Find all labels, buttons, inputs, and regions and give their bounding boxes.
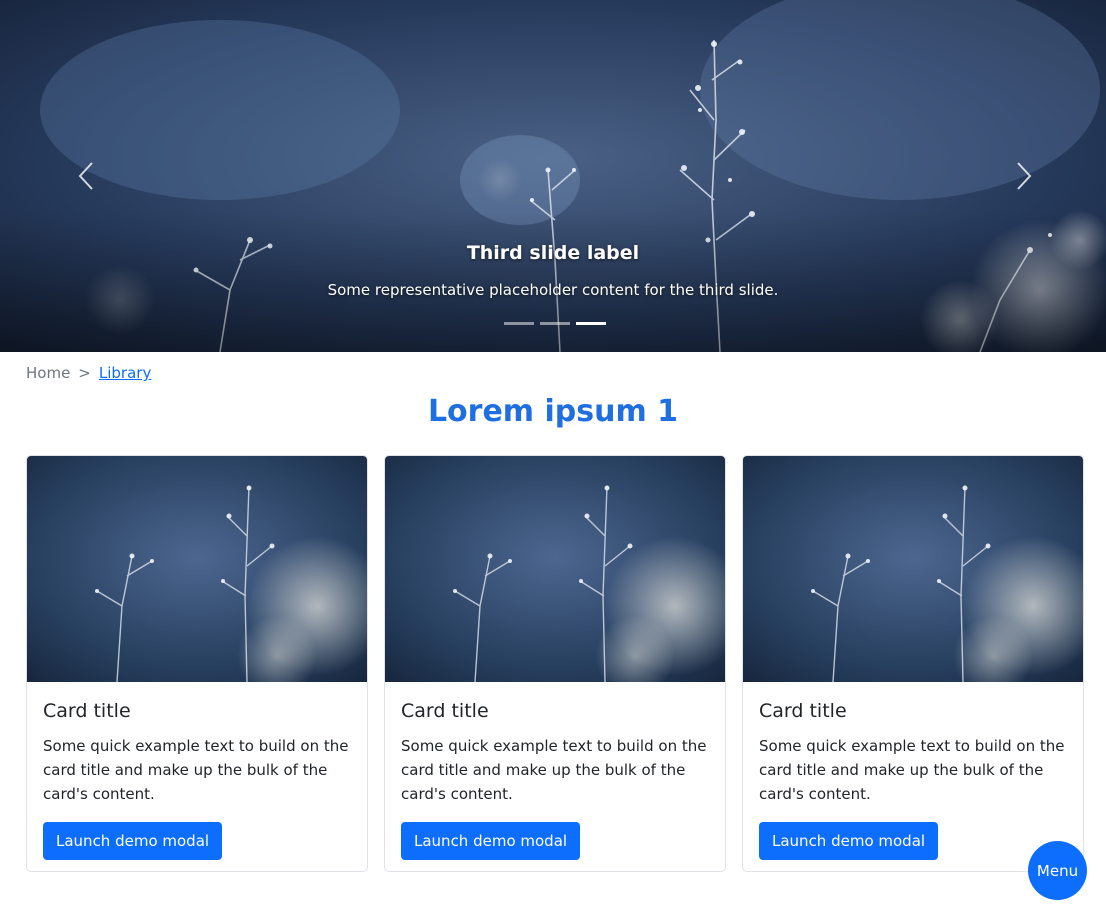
card-image <box>385 456 725 682</box>
carousel-caption-text: Some representative placeholder content … <box>327 281 779 299</box>
card-image <box>27 456 367 682</box>
card-body: Card title Some quick example text to bu… <box>27 682 367 860</box>
carousel-next-button[interactable] <box>1004 150 1044 202</box>
card-image <box>743 456 1083 682</box>
carousel-caption-title: Third slide label <box>466 242 640 264</box>
chevron-left-icon <box>78 162 93 190</box>
breadcrumb: Home > Library <box>26 362 151 384</box>
card-grid: Card title Some quick example text to bu… <box>26 455 1084 872</box>
card: Card title Some quick example text to bu… <box>742 455 1084 872</box>
card-text: Some quick example text to build on the … <box>43 737 349 803</box>
breadcrumb-separator: > <box>78 364 91 382</box>
launch-demo-modal-button[interactable]: Launch demo modal <box>43 822 223 860</box>
card-title: Card title <box>759 700 847 722</box>
card-text: Some quick example text to build on the … <box>401 737 707 803</box>
card-body: Card title Some quick example text to bu… <box>743 682 1083 860</box>
card: Card title Some quick example text to bu… <box>384 455 726 872</box>
launch-demo-modal-button[interactable]: Launch demo modal <box>759 822 939 860</box>
card: Card title Some quick example text to bu… <box>26 455 368 872</box>
carousel-caption: Third slide label Some representative pl… <box>0 240 1106 300</box>
card-body: Card title Some quick example text to bu… <box>385 682 725 860</box>
carousel-indicator-3[interactable] <box>576 322 606 325</box>
breadcrumb-item-library[interactable]: Library <box>99 362 151 384</box>
carousel-prev-button[interactable] <box>66 150 106 202</box>
card-title: Card title <box>401 700 489 722</box>
carousel-indicators <box>504 322 606 325</box>
hero-carousel: Third slide label Some representative pl… <box>0 0 1106 352</box>
page-title: Lorem ipsum 1 <box>427 394 679 429</box>
card-title: Card title <box>43 700 131 722</box>
launch-demo-modal-button[interactable]: Launch demo modal <box>401 822 581 860</box>
breadcrumb-item-home: Home <box>26 364 71 382</box>
carousel-indicator-1[interactable] <box>504 322 534 325</box>
menu-button[interactable]: Menu <box>1028 841 1087 900</box>
chevron-right-icon <box>1017 162 1032 190</box>
carousel-indicator-2[interactable] <box>540 322 570 325</box>
card-text: Some quick example text to build on the … <box>759 737 1065 803</box>
